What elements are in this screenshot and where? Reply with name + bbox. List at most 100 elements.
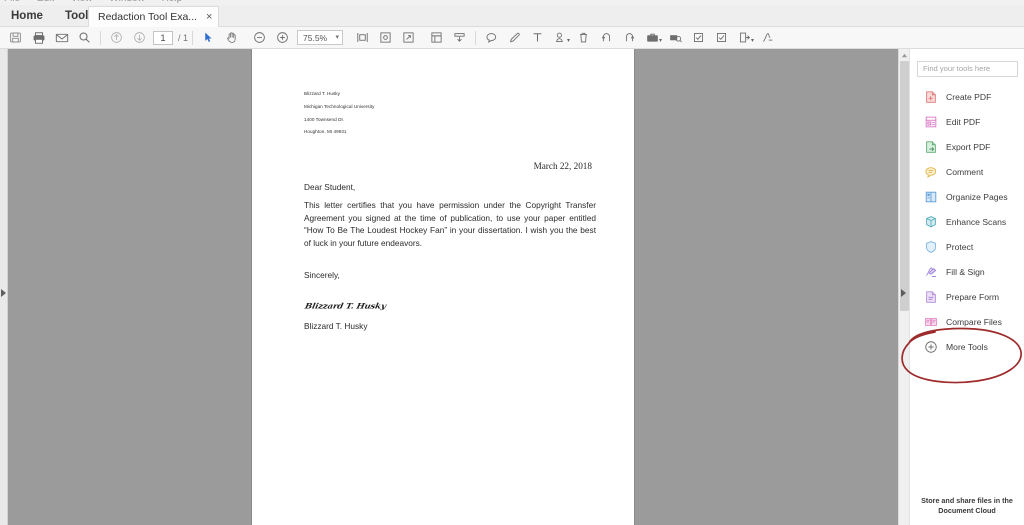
send-for-signature-icon[interactable]: ▾ (733, 28, 756, 48)
search-icon[interactable] (73, 28, 96, 48)
tool-item-protect[interactable]: Protect (910, 235, 1024, 260)
tools-panel: Create PDF Edit PDF (909, 49, 1024, 525)
zoom-in-icon[interactable] (271, 28, 294, 48)
email-icon[interactable] (50, 28, 73, 48)
left-panel-rail (0, 49, 8, 525)
tool-item-export-pdf[interactable]: Export PDF (910, 135, 1024, 160)
rotate-counterclockwise-icon[interactable] (595, 28, 618, 48)
page-thumbnails-icon[interactable] (425, 28, 448, 48)
tool-item-enhance-scans[interactable]: Enhance Scans (910, 210, 1024, 235)
letter-date: March 22, 2018 (533, 161, 592, 171)
organize-pages-icon (923, 190, 938, 205)
menu-help[interactable]: Help (162, 0, 183, 4)
zoom-level-value: 75.5% (303, 32, 328, 43)
tab-home[interactable]: Home (0, 5, 54, 27)
checkbox-field-icon[interactable] (687, 28, 710, 48)
letter-body: This letter certifies that you have perm… (304, 200, 596, 248)
scrollbar-thumb[interactable] (900, 61, 909, 311)
document-tab[interactable]: Redaction Tool Exa... × (88, 6, 220, 27)
previous-page-icon[interactable] (105, 28, 128, 48)
tool-label: Compare Files (946, 317, 1002, 327)
page-number-input[interactable]: 1 (153, 30, 173, 45)
tab-strip: Home Tools Redaction Tool Exa... × (0, 5, 1024, 27)
fill-sign-icon (923, 265, 938, 280)
pdf-page: Blizzard T. Husky Michigan Technological… (252, 49, 634, 525)
tool-item-organize-pages[interactable]: Organize Pages (910, 185, 1024, 210)
tool-label: More Tools (946, 342, 988, 352)
tool-label: Enhance Scans (946, 217, 1007, 227)
tool-item-compare-files[interactable]: Compare Files (910, 310, 1024, 335)
document-canvas[interactable]: Blizzard T. Husky Michigan Technological… (0, 49, 898, 525)
tool-label: Export PDF (946, 142, 991, 152)
document-tab-label: Redaction Tool Exa... (98, 11, 198, 23)
stamp-icon[interactable]: ▾ (549, 28, 572, 48)
hand-tool-icon[interactable] (220, 28, 243, 48)
zoom-level-select[interactable]: 75.5% ▾ (297, 30, 344, 45)
rotate-clockwise-icon[interactable] (618, 28, 641, 48)
checkbox-field-2-icon[interactable] (710, 28, 733, 48)
add-text-icon[interactable] (526, 28, 549, 48)
menu-edit[interactable]: Edit (37, 0, 54, 4)
tool-label: Organize Pages (946, 192, 1008, 202)
signature-name: Blizzard T. Husky (304, 321, 368, 331)
tools-list: Create PDF Edit PDF Export PDF Comment O… (910, 85, 1024, 360)
main-toolbar: 1 / 1 75.5% ▾ ▾ ▾ ▾ (0, 27, 1024, 51)
toolbar-divider (192, 30, 194, 45)
letter-salutation: Dear Student, (304, 182, 356, 192)
address-line-2: Michigan Technological University (304, 103, 375, 109)
page-total-label: / 1 (178, 32, 189, 43)
fit-page-icon[interactable] (374, 28, 397, 48)
menu-view[interactable]: View (71, 0, 93, 4)
address-line-1: Blizzard T. Husky (304, 91, 340, 96)
sign-icon[interactable] (756, 28, 779, 48)
menu-window[interactable]: Window (109, 0, 145, 4)
tool-item-fill-sign[interactable]: Fill & Sign (910, 260, 1024, 285)
tool-item-edit-pdf[interactable]: Edit PDF (910, 110, 1024, 135)
toolbar-divider (100, 30, 101, 45)
select-tool-icon[interactable] (197, 28, 220, 51)
tools-search-wrap (910, 49, 1024, 77)
menu-file[interactable]: File (4, 0, 20, 4)
fullscreen-icon[interactable] (397, 28, 420, 48)
delete-icon[interactable] (572, 28, 595, 48)
compare-files-icon (923, 315, 938, 330)
tool-item-create-pdf[interactable]: Create PDF (910, 85, 1024, 110)
sticky-note-icon[interactable] (480, 28, 503, 48)
chevron-down-icon: ▾ (659, 37, 663, 44)
export-pdf-icon (923, 140, 938, 155)
tool-item-prepare-form[interactable]: Prepare Form (910, 285, 1024, 310)
tool-label: Prepare Form (946, 292, 1000, 302)
os-menu-bar-items[interactable]: File Edit View Window Help (4, 0, 196, 4)
pdf-reader-window: File Edit View Window Help Home Tools Re… (0, 0, 1024, 525)
vertical-scrollbar[interactable] (898, 49, 909, 525)
address-line-4: Houghton, MI 49931 (304, 129, 347, 135)
zoom-out-icon[interactable] (248, 28, 271, 48)
address-line-3: 1400 Townsend Dr. (304, 116, 345, 122)
close-icon[interactable]: × (206, 11, 212, 23)
expand-left-panel-icon[interactable] (1, 289, 6, 297)
tool-item-more-tools[interactable]: More Tools (910, 335, 1024, 360)
create-pdf-icon (923, 90, 938, 105)
save-icon[interactable] (4, 28, 27, 48)
highlight-pen-icon[interactable] (503, 28, 526, 48)
expand-right-panel-icon[interactable] (901, 289, 906, 297)
tools-search-input[interactable] (917, 60, 1018, 77)
tool-label: Create PDF (946, 92, 992, 102)
tool-item-comment[interactable]: Comment (910, 160, 1024, 185)
enhance-scans-icon (923, 215, 938, 230)
chevron-down-icon: ▾ (335, 34, 340, 41)
plus-circle-icon (923, 340, 938, 355)
prepare-form-icon (923, 290, 938, 305)
print-icon[interactable] (27, 28, 50, 48)
edit-pdf-icon (923, 115, 938, 130)
chevron-down-icon: ▾ (567, 37, 571, 44)
tool-label: Fill & Sign (946, 267, 985, 277)
comment-icon (923, 165, 938, 180)
redact-icon[interactable] (664, 28, 687, 48)
signature-script: Blizzard T. Husky (304, 302, 387, 311)
document-cloud-note-line-1: Store and share files in the (921, 496, 1013, 505)
next-page-icon[interactable] (128, 28, 151, 48)
toolbox-icon[interactable]: ▾ (641, 28, 664, 48)
fit-width-icon[interactable] (351, 28, 374, 48)
bookmarks-icon[interactable] (448, 28, 471, 48)
